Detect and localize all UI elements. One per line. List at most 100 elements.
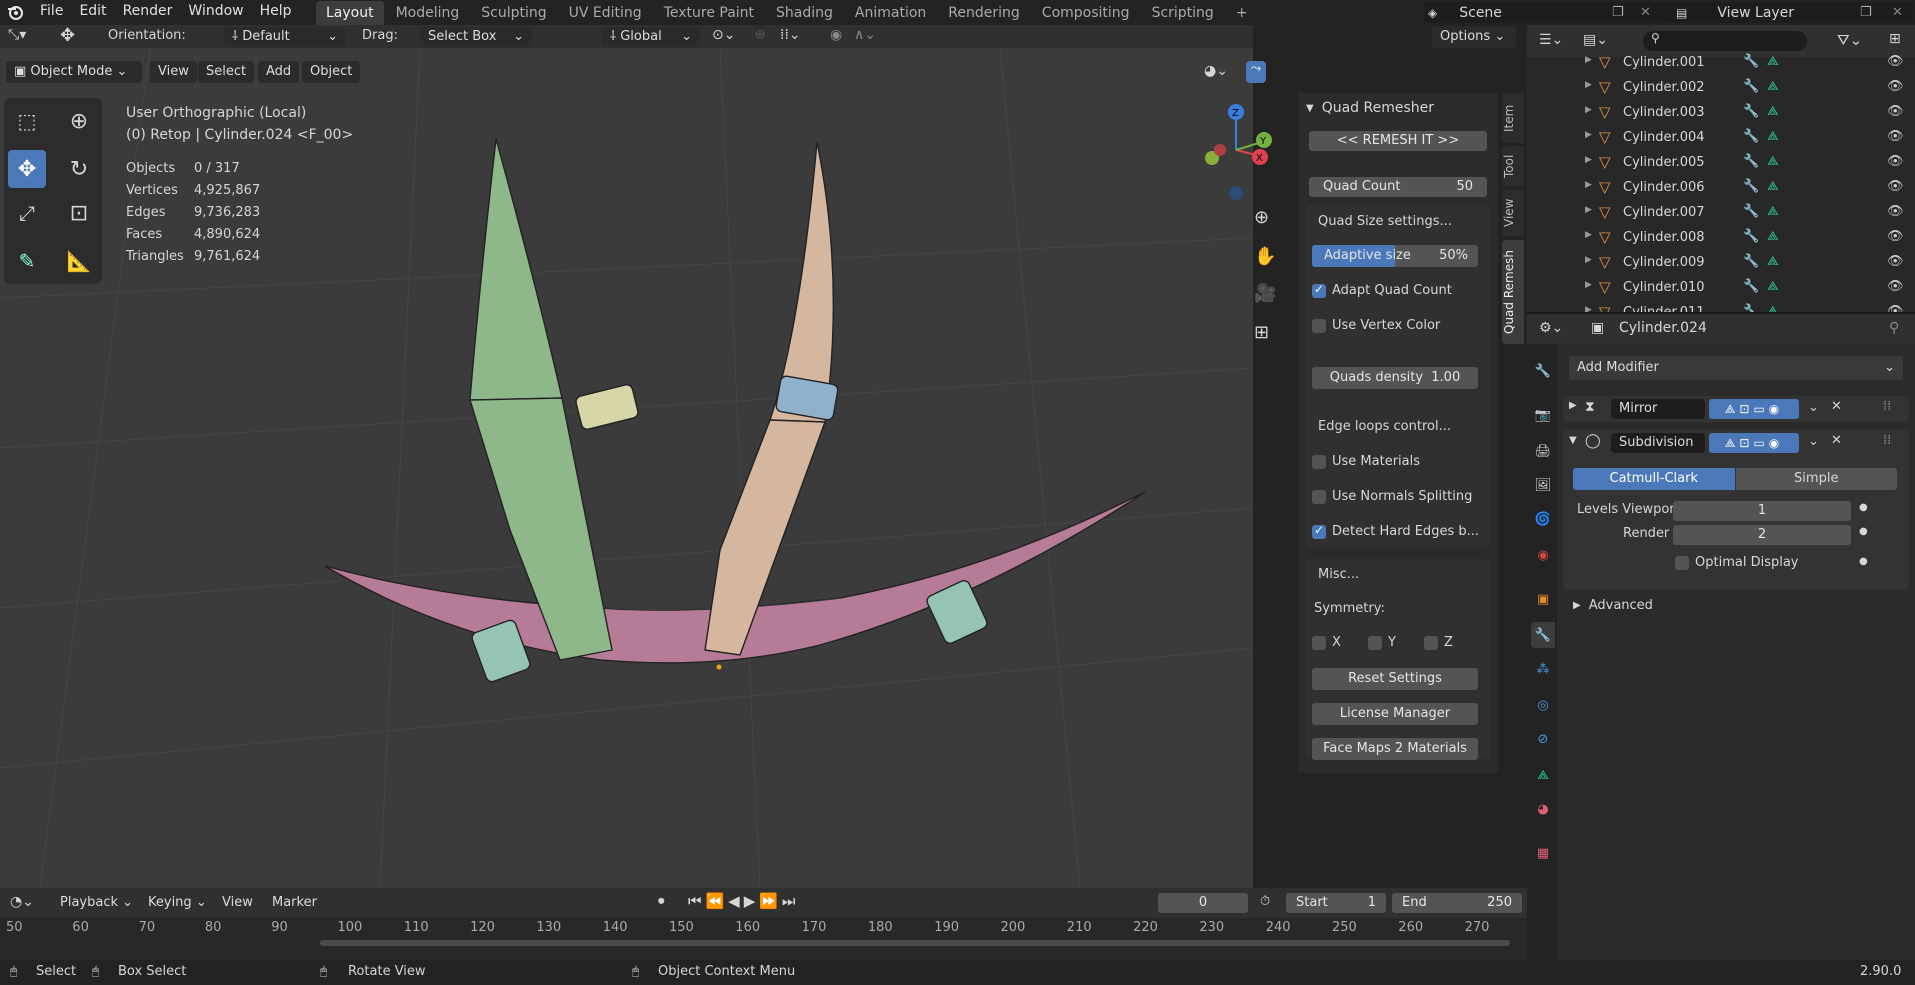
eye-icon[interactable]: 👁: [1887, 129, 1904, 144]
pin-icon[interactable]: ⚲: [1889, 320, 1899, 336]
menu-file[interactable]: File: [32, 0, 71, 25]
catmull-clark-button[interactable]: Catmull-Clark: [1573, 468, 1735, 490]
outliner-item[interactable]: ▶ ▽ Cylinder.009 🔧 ⟁ 👁: [1531, 251, 1915, 276]
detect-hard-edges-checkbox[interactable]: Detect Hard Edges b...: [1312, 523, 1479, 539]
timeline-ruler[interactable]: 50 60 70 80 90 100 110 120 130 140 150 160 170 180 190…: [0, 918, 1527, 938]
use-materials-checkbox[interactable]: Use Materials: [1312, 454, 1420, 469]
menu-window[interactable]: Window: [180, 0, 251, 25]
modifier-icon[interactable]: 🔧: [1743, 79, 1759, 94]
scale-tool[interactable]: ⤢: [8, 194, 46, 232]
tab-sculpting[interactable]: Sculpting: [471, 1, 556, 25]
ortho-grid-icon[interactable]: ⊞: [1254, 322, 1269, 343]
outliner-item[interactable]: ▶ ▽ Cylinder.001 🔧 ⟁ 👁: [1531, 51, 1915, 76]
mesh-data-icon[interactable]: ⟁: [1767, 179, 1779, 194]
tab-texture-paint[interactable]: Texture Paint: [654, 1, 764, 25]
expand-arrow-icon[interactable]: ▶: [1569, 400, 1577, 411]
pivot-point-icon[interactable]: ⊙⌄: [712, 27, 735, 43]
use-vertex-color-checkbox[interactable]: Use Vertex Color: [1312, 318, 1440, 333]
advanced-subpanel[interactable]: ▶ Advanced: [1573, 598, 1653, 613]
scene-props-icon[interactable]: 🌀: [1531, 506, 1555, 532]
outliner-item[interactable]: ▶ ▽ Cylinder.004 🔧 ⟁ 👁: [1531, 126, 1915, 151]
texture-props-icon[interactable]: ▦: [1531, 840, 1555, 866]
move-tool[interactable]: ✥: [8, 150, 46, 188]
tab-layout[interactable]: Layout: [316, 1, 384, 25]
tab-scripting[interactable]: Scripting: [1142, 1, 1224, 25]
snap-icon[interactable]: ⌾: [756, 27, 764, 43]
mesh-data-icon[interactable]: ⟁: [1767, 154, 1779, 169]
modifier-icon[interactable]: 🔧: [1743, 129, 1759, 144]
eye-icon[interactable]: 👁: [1887, 179, 1904, 194]
chevron-down-icon[interactable]: ⌄: [1808, 434, 1819, 449]
outliner-search-input[interactable]: ⚲: [1643, 31, 1807, 51]
remesh-button[interactable]: << REMESH IT >>: [1309, 131, 1487, 151]
properties-editor-type-icon[interactable]: ⚙⌄: [1539, 320, 1563, 336]
keyframe-dot-icon[interactable]: ●: [1859, 556, 1868, 567]
sidebar-tab-item[interactable]: Item: [1502, 93, 1524, 143]
constraints-props-icon[interactable]: ⊘: [1531, 726, 1555, 752]
cursor-tool[interactable]: ⊕: [60, 102, 98, 140]
adaptive-size-slider[interactable]: Adaptive size 50%: [1312, 245, 1478, 267]
expand-arrow-icon[interactable]: ▶: [1585, 55, 1592, 65]
tab-animation[interactable]: Animation: [845, 1, 936, 25]
outliner-item[interactable]: ▶ ▽ Cylinder.007 🔧 ⟁ 👁: [1531, 201, 1915, 226]
modifier-icon[interactable]: 🔧: [1743, 104, 1759, 119]
expand-arrow-icon[interactable]: ▶: [1585, 230, 1592, 240]
current-frame-field[interactable]: 0: [1158, 893, 1248, 913]
face-maps-button[interactable]: Face Maps 2 Materials: [1312, 738, 1478, 760]
object-props-icon[interactable]: ▣: [1531, 586, 1555, 612]
tab-modeling[interactable]: Modeling: [386, 1, 470, 25]
annotate-tool[interactable]: ✎: [8, 242, 46, 280]
edge-loops-header[interactable]: Edge loops control...: [1318, 419, 1451, 434]
misc-header[interactable]: Misc...: [1318, 567, 1359, 582]
orientation-dropdown[interactable]: ⸸ Default ⌄: [224, 27, 346, 47]
viewport-menu-add[interactable]: Add: [258, 61, 300, 83]
rotate-tool[interactable]: ↻: [60, 150, 98, 188]
eye-icon[interactable]: 👁: [1887, 54, 1904, 69]
sidebar-tab-tool[interactable]: Tool: [1502, 146, 1524, 186]
mesh-data-icon[interactable]: ⟁: [1767, 104, 1779, 119]
mesh-data-icon[interactable]: ⟁: [1767, 129, 1779, 144]
mesh-data-icon[interactable]: ⟁: [1767, 79, 1779, 94]
symmetry-z-checkbox[interactable]: Z: [1424, 635, 1453, 650]
mesh-model[interactable]: [300, 130, 1160, 710]
collapse-arrow-icon[interactable]: ▼: [1569, 435, 1577, 446]
tab-compositing[interactable]: Compositing: [1032, 1, 1140, 25]
tool-props-icon[interactable]: 🔧: [1531, 358, 1555, 384]
display-mode-icon[interactable]: ▤⌄: [1583, 32, 1608, 48]
add-workspace-button[interactable]: +: [1226, 1, 1258, 25]
modifier-icon[interactable]: 🔧: [1743, 204, 1759, 219]
outliner-item[interactable]: ▶ ▽ Cylinder.003 🔧 ⟁ 👁: [1531, 101, 1915, 126]
start-frame-field[interactable]: Start 1: [1286, 893, 1386, 913]
output-props-icon[interactable]: 🖨: [1531, 438, 1555, 464]
expand-arrow-icon[interactable]: ▶: [1585, 205, 1592, 215]
drag-dropdown[interactable]: Select Box ⌄: [420, 27, 532, 47]
copy-view-layer-icon[interactable]: ❐: [1860, 5, 1872, 20]
view-layer-selector[interactable]: ▤ View Layer ❐ ✕: [1670, 2, 1914, 23]
drag-handle-icon[interactable]: ⁞⁞: [1883, 399, 1891, 414]
snap-target-icon[interactable]: ⁞⁞⌄: [780, 27, 801, 43]
tab-rendering[interactable]: Rendering: [938, 1, 1030, 25]
tab-shading[interactable]: Shading: [766, 1, 843, 25]
eye-icon[interactable]: 👁: [1887, 79, 1904, 94]
eye-icon[interactable]: 👁: [1887, 254, 1904, 269]
eye-icon[interactable]: 👁: [1887, 229, 1904, 244]
expand-arrow-icon[interactable]: ▶: [1585, 255, 1592, 265]
modifier-icon[interactable]: 🔧: [1743, 54, 1759, 69]
physics-props-icon[interactable]: ◎: [1531, 692, 1555, 718]
transform-tool[interactable]: ⊡: [60, 194, 98, 232]
mesh-data-props-icon[interactable]: ⟁: [1531, 762, 1555, 788]
panel-header[interactable]: ▼ Quad Remesher: [1306, 97, 1496, 119]
mesh-data-icon[interactable]: ⟁: [1767, 54, 1779, 69]
chevron-down-icon[interactable]: ⌄: [1808, 400, 1819, 415]
reset-settings-button[interactable]: Reset Settings: [1312, 668, 1478, 690]
menu-edit[interactable]: Edit: [71, 0, 114, 25]
outliner-item[interactable]: ▶ ▽ Cylinder.010 🔧 ⟁ 👁: [1531, 276, 1915, 301]
quad-count-field[interactable]: Quad Count 50: [1309, 177, 1487, 197]
mirror-name-field[interactable]: Mirror: [1611, 399, 1705, 419]
optimal-display-checkbox[interactable]: Optimal Display: [1675, 555, 1799, 570]
copy-scene-icon[interactable]: ❐: [1612, 5, 1624, 20]
eye-icon[interactable]: 👁: [1887, 279, 1904, 294]
eye-icon[interactable]: 👁: [1887, 204, 1904, 219]
mesh-data-icon[interactable]: ⟁: [1767, 229, 1779, 244]
expand-arrow-icon[interactable]: ▶: [1585, 155, 1592, 165]
